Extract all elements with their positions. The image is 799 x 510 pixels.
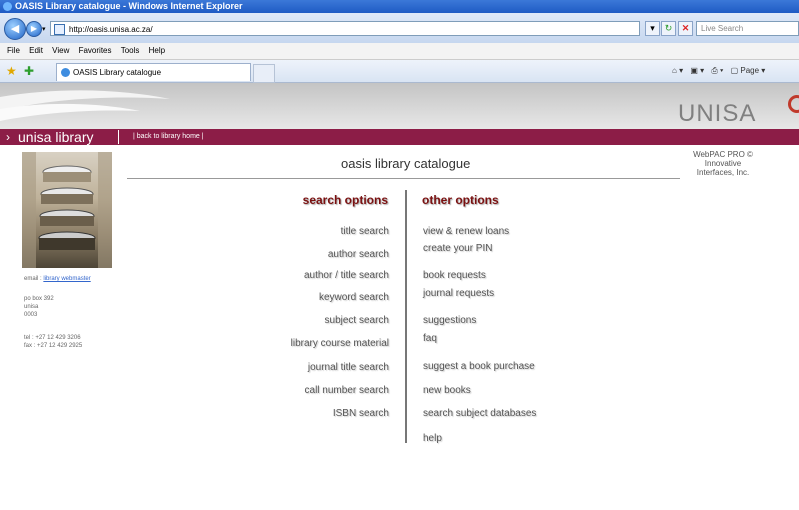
library-webmaster-link[interactable]: library webmaster — [43, 276, 90, 282]
window-title: OASIS Library catalogue - Windows Intern… — [15, 1, 243, 11]
tab-row: ★ ✚ OASIS Library catalogue ⌂ ▾ ▣ ▾ ⎙ ▾ … — [0, 60, 799, 83]
journal-requests-link[interactable]: journal requests — [423, 288, 494, 299]
home-icon[interactable]: ⌂ — [672, 66, 677, 75]
menu-tools[interactable]: Tools — [121, 46, 140, 55]
webpac-credit: WebPAC PRO © Innovative Interfaces, Inc. — [680, 150, 766, 177]
navigation-bar: ◀ ▶ ▾ http://oasis.unisa.ac.za/ ▾ ↻ ✕ Li… — [0, 13, 799, 43]
tab-oasis[interactable]: OASIS Library catalogue — [56, 63, 251, 81]
stop-icon[interactable]: ✕ — [678, 21, 693, 36]
address-line: po box 392 — [24, 296, 54, 302]
back-to-library-home-link[interactable]: | back to library home | — [133, 129, 204, 145]
address-line: 0003 — [24, 312, 38, 318]
view-renew-loans-link[interactable]: view & renew loans — [423, 226, 509, 237]
faq-link[interactable]: faq — [423, 333, 437, 344]
nav-divider — [118, 130, 119, 144]
suggestions-link[interactable]: suggestions — [423, 315, 476, 326]
address-bar[interactable]: http://oasis.unisa.ac.za/ — [50, 21, 640, 36]
unisa-logo-text: UNISA — [678, 100, 757, 127]
postal-address: po box 392 unisa 0003 — [24, 295, 54, 319]
forward-button[interactable]: ▶ — [26, 21, 42, 37]
email-label: email : — [24, 276, 42, 282]
author-search-link[interactable]: author search — [240, 249, 389, 260]
author-title-search-link[interactable]: author / title search — [240, 270, 389, 281]
page-menu-label[interactable]: Page — [740, 66, 759, 75]
library-name: unisa library — [18, 129, 94, 145]
new-books-link[interactable]: new books — [423, 385, 471, 396]
tab-page-icon — [61, 68, 70, 77]
book-requests-link[interactable]: book requests — [423, 270, 486, 281]
command-bar: ⌂ ▾ ▣ ▾ ⎙ ▾ ▢ Page ▾ — [672, 66, 766, 75]
search-subject-databases-link[interactable]: search subject databases — [423, 408, 536, 419]
other-options-heading: other options — [422, 193, 499, 207]
feeds-icon[interactable]: ▣ — [690, 66, 698, 75]
call-number-search-link[interactable]: call number search — [240, 385, 389, 396]
menu-view[interactable]: View — [52, 46, 69, 55]
page-title: oasis library catalogue — [341, 156, 471, 171]
tab-label: OASIS Library catalogue — [73, 68, 162, 77]
refresh-icon[interactable]: ↻ — [661, 21, 676, 36]
menu-favorites[interactable]: Favorites — [79, 46, 112, 55]
telephone-number: tel : +27 12 429 3206 — [24, 335, 81, 341]
print-icon[interactable]: ⎙ — [711, 66, 717, 75]
title-divider — [127, 178, 680, 179]
back-button[interactable]: ◀ — [4, 18, 26, 40]
unisa-emblem-icon — [786, 95, 799, 123]
address-dropdown-icon[interactable]: ▾ — [645, 21, 660, 36]
webpac-line: Innovative — [704, 159, 742, 168]
library-course-material-link[interactable]: library course material — [240, 338, 389, 349]
subject-search-link[interactable]: subject search — [240, 315, 389, 326]
menu-edit[interactable]: Edit — [29, 46, 43, 55]
internet-explorer-icon — [3, 2, 12, 11]
title-search-link[interactable]: title search — [240, 226, 389, 237]
search-options-heading: search options — [302, 193, 388, 207]
page-icon — [54, 24, 65, 35]
library-atrium-photo — [22, 152, 112, 268]
page-menu-icon[interactable]: ▢ — [731, 66, 739, 75]
keyword-search-link[interactable]: keyword search — [240, 292, 389, 303]
menu-bar: File Edit View Favorites Tools Help — [0, 43, 799, 60]
address-text: http://oasis.unisa.ac.za/ — [69, 25, 153, 34]
webpac-line: WebPAC PRO © — [693, 150, 753, 159]
menu-file[interactable]: File — [7, 46, 20, 55]
live-search-input[interactable]: Live Search — [696, 21, 799, 36]
window-titlebar: OASIS Library catalogue - Windows Intern… — [0, 0, 799, 13]
address-line: unisa — [24, 304, 39, 310]
atrium-illustration — [22, 152, 112, 268]
isbn-search-link[interactable]: ISBN search — [240, 408, 389, 419]
contact-numbers: tel : +27 12 429 3206 fax : +27 12 429 2… — [24, 334, 82, 350]
fax-number: fax : +27 12 429 2925 — [24, 343, 83, 349]
chevron-right-icon: › — [6, 130, 10, 144]
webpac-line: Interfaces, Inc. — [696, 168, 750, 177]
new-tab-button[interactable] — [253, 64, 275, 83]
help-link[interactable]: help — [423, 433, 442, 444]
journal-title-search-link[interactable]: journal title search — [240, 362, 389, 373]
suggest-book-purchase-link[interactable]: suggest a book purchase — [423, 361, 535, 372]
create-pin-link[interactable]: create your PIN — [423, 243, 492, 254]
menu-help[interactable]: Help — [149, 46, 165, 55]
recent-pages-dropdown-icon[interactable]: ▾ — [42, 25, 46, 33]
email-line: email : library webmaster — [24, 276, 91, 282]
options-divider — [405, 190, 407, 443]
add-favorites-icon[interactable]: ✚ — [24, 64, 34, 78]
library-nav-bar — [0, 129, 799, 145]
favorites-star-icon[interactable]: ★ — [6, 64, 17, 78]
